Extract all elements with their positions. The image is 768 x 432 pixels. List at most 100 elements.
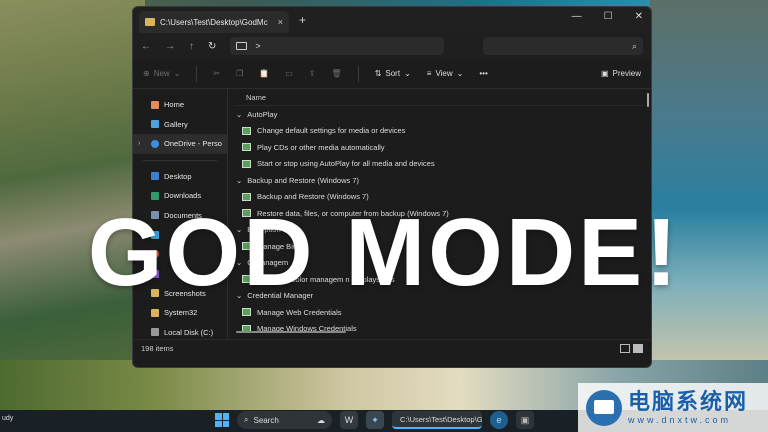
site-logo [586, 389, 622, 426]
up-button[interactable]: ↑ [189, 41, 194, 52]
view-toggle [620, 344, 643, 353]
tiles-view-icon[interactable] [633, 344, 643, 353]
divider [196, 65, 198, 82]
column-header-name[interactable]: Name [236, 89, 643, 106]
command-bar: ⊕ New ⌄ ✂ ❐ 📋 ▭ ⇪ 🗑 ⇅ Sort ⌄ ≡ View ⌄ ••… [133, 59, 651, 89]
desktop-icon [151, 172, 159, 181]
control-panel-icon [242, 143, 251, 152]
details-view-icon[interactable] [620, 344, 630, 353]
group-title: Backup and Restore (Windows 7) [247, 175, 360, 185]
list-item[interactable]: Start or stop using AutoPlay for all med… [236, 156, 643, 173]
refresh-button[interactable]: ↻ [208, 41, 216, 52]
taskbar-left-text: udy [2, 415, 14, 422]
preview-label: Preview [612, 69, 641, 78]
control-panel-icon [242, 159, 251, 168]
nav-item-desktop[interactable]: Desktop [133, 167, 227, 187]
nav-item-onedrive[interactable]: › OneDrive - Perso [133, 134, 227, 154]
new-tab-button[interactable]: + [299, 13, 306, 27]
search-icon: ⌕ [244, 415, 249, 424]
watermark-text: 电脑系统网 www.dnxtw.com [628, 390, 748, 424]
taskbar-apps: ⌕ Search ☁ W ✦ C:\Users\Test\Desktop\G e… [215, 411, 534, 429]
horizontal-scrollbar[interactable] [236, 331, 346, 333]
store-icon[interactable]: ▣ [516, 411, 534, 429]
view-label: View [435, 69, 453, 78]
nav-label: Home [164, 100, 185, 110]
nav-item-local-disk[interactable]: Local Disk (C:) [133, 323, 227, 343]
close-window-button[interactable]: ✕ [635, 11, 643, 22]
nav-item-home[interactable]: Home [133, 95, 227, 115]
list-item[interactable]: Change default settings for media or dev… [236, 123, 643, 140]
tab-title: C:\Users\Test\Desktop\GodMc [160, 17, 268, 27]
chevron-right-icon[interactable]: › [138, 140, 140, 147]
item-label: Play CDs or other media automatically [257, 142, 385, 152]
window-controls: — ☐ ✕ [572, 11, 643, 22]
copilot-icon[interactable]: W [340, 411, 358, 429]
chevron-down-icon: ⌄ [404, 69, 411, 78]
folder-icon [145, 18, 155, 26]
chat-app-icon[interactable]: ✦ [366, 411, 384, 429]
taskbar-app-label: C:\Users\Test\Desktop\G [400, 414, 482, 424]
cut-icon[interactable]: ✂ [213, 69, 220, 78]
search-label: Search [253, 415, 279, 425]
share-icon[interactable]: ⇪ [309, 69, 316, 78]
nav-label: OneDrive - Perso [164, 139, 222, 149]
close-tab-icon[interactable]: × [278, 17, 283, 27]
delete-icon[interactable]: 🗑 [332, 69, 342, 78]
group-header[interactable]: ⌄ AutoPlay [236, 106, 643, 123]
god-mode-headline: GOD MODE! [87, 199, 681, 306]
chevron-down-icon: ⌄ [173, 69, 181, 78]
vertical-scrollbar[interactable] [647, 93, 649, 107]
new-plus-icon: ⊕ [143, 69, 150, 78]
sort-button[interactable]: ⇅ Sort ⌄ [375, 69, 411, 78]
control-panel-icon [242, 126, 251, 135]
divider [357, 65, 359, 82]
new-button[interactable]: ⊕ New ⌄ [143, 69, 180, 78]
gallery-icon [151, 120, 159, 129]
title-bar: C:\Users\Test\Desktop\GodMc × + — ☐ ✕ [133, 7, 651, 33]
view-button[interactable]: ≡ View ⌄ [427, 69, 464, 78]
forward-button[interactable]: → [165, 41, 175, 52]
nav-divider [143, 159, 217, 161]
list-item[interactable]: Manage Web Credentials [236, 304, 643, 321]
taskbar-search[interactable]: ⌕ Search ☁ [237, 411, 332, 429]
maximize-button[interactable]: ☐ [604, 11, 613, 22]
item-label: Change default settings for media or dev… [257, 126, 406, 136]
folder-icon [151, 308, 159, 317]
view-icon: ≡ [426, 69, 432, 78]
chevron-down-icon: ⌄ [236, 109, 243, 119]
address-bar: ← → ↑ ↻ > ⌕ [133, 33, 651, 59]
paste-icon[interactable]: 📋 [259, 69, 269, 78]
sort-icon: ⇅ [374, 69, 382, 78]
more-options-button[interactable]: ••• [479, 69, 487, 78]
chevron-down-icon: ⌄ [236, 175, 243, 185]
cloud-icon [151, 139, 159, 148]
item-count: 198 items [141, 344, 174, 353]
explorer-tab[interactable]: C:\Users\Test\Desktop\GodMc × [139, 11, 289, 33]
back-button[interactable]: ← [141, 41, 151, 52]
start-icon[interactable] [215, 413, 229, 427]
chevron-down-icon: ⌄ [456, 69, 464, 78]
edge-icon[interactable]: e [490, 411, 508, 429]
minimize-button[interactable]: — [572, 11, 582, 22]
nav-label: Gallery [164, 119, 188, 129]
this-pc-icon [236, 42, 248, 50]
home-icon [151, 100, 159, 109]
nav-label: Desktop [164, 171, 192, 181]
watermark: 电脑系统网 www.dnxtw.com [578, 383, 768, 432]
item-label: Manage Web Credentials [257, 307, 342, 317]
new-label: New [153, 69, 170, 78]
group-title: AutoPlay [247, 109, 278, 119]
group-header[interactable]: ⌄ Backup and Restore (Windows 7) [236, 172, 643, 189]
preview-button[interactable]: ▣ Preview [601, 69, 641, 78]
copy-icon[interactable]: ❐ [236, 69, 243, 78]
explorer-taskbar-button[interactable]: C:\Users\Test\Desktop\G [392, 411, 482, 429]
list-item[interactable]: Manage Windows Credentials [236, 321, 643, 338]
search-input[interactable]: ⌕ [483, 37, 643, 55]
list-item[interactable]: Play CDs or other media automatically [236, 139, 643, 156]
control-panel-icon [242, 308, 251, 317]
nav-item-gallery[interactable]: Gallery [133, 115, 227, 135]
path-chevron-icon[interactable]: > [255, 41, 260, 51]
wallpaper-cliff [0, 0, 145, 380]
rename-icon[interactable]: ▭ [285, 69, 293, 78]
path-input[interactable]: > [230, 37, 445, 55]
